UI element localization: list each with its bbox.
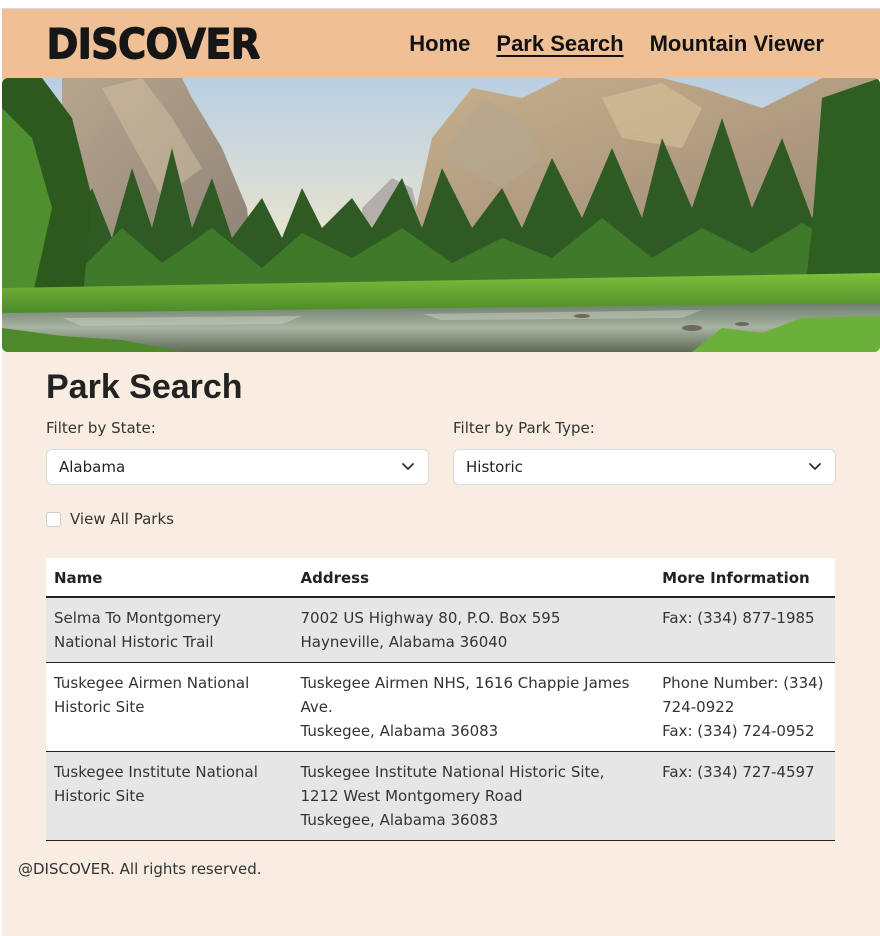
- state-filter: Filter by State: Alabama: [46, 419, 429, 485]
- address-line-2: Tuskegee, Alabama 36083: [300, 722, 499, 740]
- info-line-1: Fax: (334) 727-4597: [662, 763, 815, 781]
- footer-copyright: @DISCOVER. All rights reserved.: [18, 860, 262, 878]
- state-select[interactable]: Alabama: [46, 449, 429, 485]
- address-line-2: Tuskegee, Alabama 36083: [300, 811, 499, 829]
- hero-landscape-image: [2, 78, 880, 352]
- column-header-address: Address: [292, 558, 655, 598]
- column-header-more-info: More Information: [654, 558, 835, 598]
- park-address-cell: Tuskegee Airmen NHS, 1616 Chappie James …: [292, 662, 655, 752]
- view-all-parks-label[interactable]: View All Parks: [70, 510, 174, 528]
- nav-park-search-link[interactable]: Park Search: [496, 31, 623, 57]
- parks-table: Name Address More Information Selma To M…: [46, 558, 835, 841]
- column-header-name: Name: [46, 558, 293, 598]
- nav-links: Home Park Search Mountain Viewer: [409, 31, 824, 57]
- table-row: Tuskegee Institute National Historic Sit…: [46, 751, 835, 841]
- park-type-filter-label: Filter by Park Type:: [453, 419, 595, 437]
- nav-home-link[interactable]: Home: [409, 31, 470, 57]
- address-line-1: Tuskegee Institute National Historic Sit…: [300, 763, 605, 805]
- view-all-parks-row: View All Parks: [46, 510, 174, 528]
- chevron-down-icon: [402, 463, 414, 470]
- info-line-1: Phone Number: (334) 724-0922: [662, 674, 824, 716]
- park-info-cell: Fax: (334) 727-4597: [654, 751, 835, 841]
- park-info-cell: Fax: (334) 877-1985: [654, 597, 835, 663]
- table-row: Tuskegee Airmen National Historic Site T…: [46, 662, 835, 752]
- address-line-2: Hayneville, Alabama 36040: [300, 633, 508, 651]
- brand-logo[interactable]: DISCOVER: [46, 19, 260, 68]
- info-line-1: Fax: (334) 877-1985: [662, 609, 815, 627]
- state-select-value: Alabama: [59, 458, 126, 476]
- address-line-1: Tuskegee Airmen NHS, 1616 Chappie James …: [300, 674, 630, 716]
- park-type-select-value: Historic: [466, 458, 523, 476]
- park-address-cell: 7002 US Highway 80, P.O. Box 595 Haynevi…: [292, 597, 655, 663]
- page: DISCOVER Home Park Search Mountain Viewe…: [2, 8, 880, 936]
- park-type-select[interactable]: Historic: [453, 449, 836, 485]
- address-line-1: 7002 US Highway 80, P.O. Box 595: [300, 609, 561, 627]
- state-filter-label: Filter by State:: [46, 419, 156, 437]
- chevron-down-icon: [809, 463, 821, 470]
- table-header-row: Name Address More Information: [46, 558, 835, 598]
- park-name-cell: Selma To Montgomery National Historic Tr…: [46, 597, 293, 663]
- view-all-parks-checkbox[interactable]: [46, 511, 61, 527]
- info-line-2: Fax: (334) 724-0952: [662, 722, 815, 740]
- park-name-cell: Tuskegee Airmen National Historic Site: [46, 662, 293, 752]
- park-type-filter: Filter by Park Type: Historic: [453, 419, 836, 485]
- park-info-cell: Phone Number: (334) 724-0922 Fax: (334) …: [654, 662, 835, 752]
- park-name-cell: Tuskegee Institute National Historic Sit…: [46, 751, 293, 841]
- table-row: Selma To Montgomery National Historic Tr…: [46, 597, 835, 663]
- nav-mountain-viewer-link[interactable]: Mountain Viewer: [650, 31, 824, 57]
- park-address-cell: Tuskegee Institute National Historic Sit…: [292, 751, 655, 841]
- page-title: Park Search: [46, 368, 243, 406]
- navbar: DISCOVER Home Park Search Mountain Viewe…: [2, 8, 880, 79]
- filters: Filter by State: Alabama Filter by Park …: [46, 419, 836, 489]
- park-search-section: Park Search Filter by State: Alabama Fil…: [46, 368, 836, 841]
